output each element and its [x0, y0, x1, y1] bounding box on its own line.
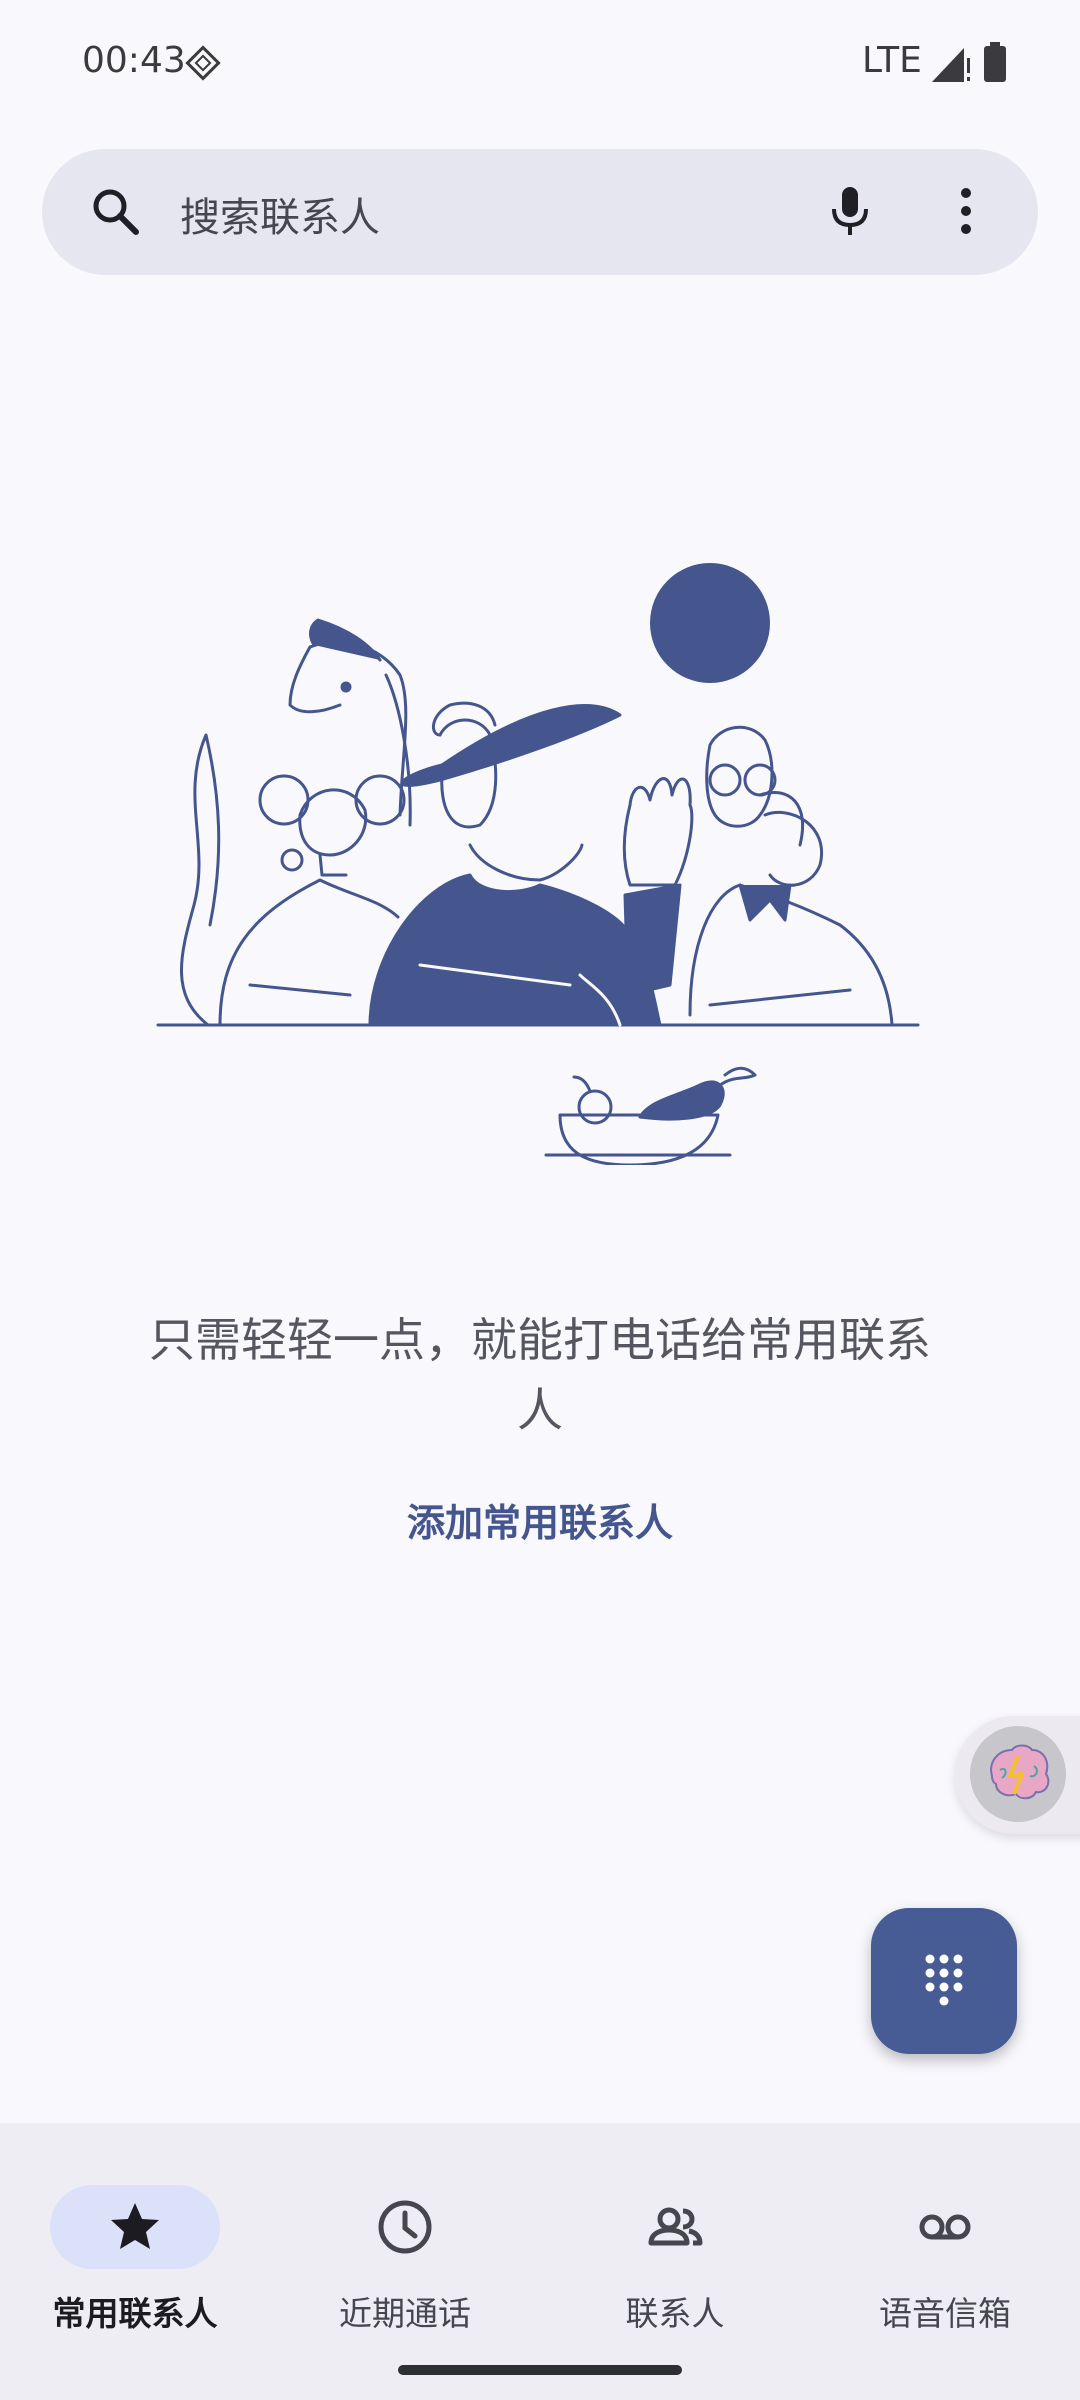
- nav-item-favorites[interactable]: 常用联系人: [0, 2153, 270, 2353]
- signal-icon: [932, 48, 970, 82]
- search-input[interactable]: 搜索联系人: [180, 185, 380, 243]
- empty-state-message: 只需轻轻一点，就能打电话给常用联系人: [149, 1313, 931, 1437]
- nav-item-recents[interactable]: 近期通话: [270, 2153, 540, 2353]
- nav-label-favorites: 常用联系人: [52, 2294, 218, 2333]
- add-favorites-link[interactable]: 添加常用联系人: [340, 1492, 740, 1547]
- dialpad-button[interactable]: [871, 1908, 1017, 2054]
- nav-label-voicemail: 语音信箱: [879, 2294, 1011, 2333]
- people-icon: [648, 2207, 703, 2246]
- mic-icon[interactable]: [820, 181, 880, 241]
- status-time: 00:43: [82, 40, 186, 81]
- clock-icon: [378, 2200, 432, 2254]
- diamond-notification-icon: [185, 45, 221, 81]
- search-icon[interactable]: [86, 182, 146, 242]
- network-type: LTE: [862, 40, 922, 81]
- dialpad-icon: [925, 1954, 963, 2006]
- nav-label-recents: 近期通话: [339, 2294, 471, 2333]
- nav-item-voicemail[interactable]: 语音信箱: [810, 2153, 1080, 2353]
- brain-icon[interactable]: [970, 1726, 1066, 1822]
- floating-assistant-bubble[interactable]: [955, 1716, 1080, 1834]
- bottom-navigation: 常用联系人 近期通话 联系人 语音信箱: [0, 2123, 1080, 2400]
- star-icon: [111, 2203, 159, 2249]
- battery-icon: [984, 42, 1006, 82]
- nav-item-contacts[interactable]: 联系人: [540, 2153, 810, 2353]
- favorites-illustration: [156, 563, 920, 1165]
- status-bar: 00:43 LTE: [0, 0, 1080, 130]
- more-vert-icon[interactable]: [946, 181, 986, 241]
- search-bar[interactable]: 搜索联系人: [42, 149, 1038, 275]
- nav-label-contacts: 联系人: [625, 2294, 725, 2333]
- voicemail-icon: [919, 2214, 971, 2240]
- home-indicator[interactable]: [398, 2365, 682, 2375]
